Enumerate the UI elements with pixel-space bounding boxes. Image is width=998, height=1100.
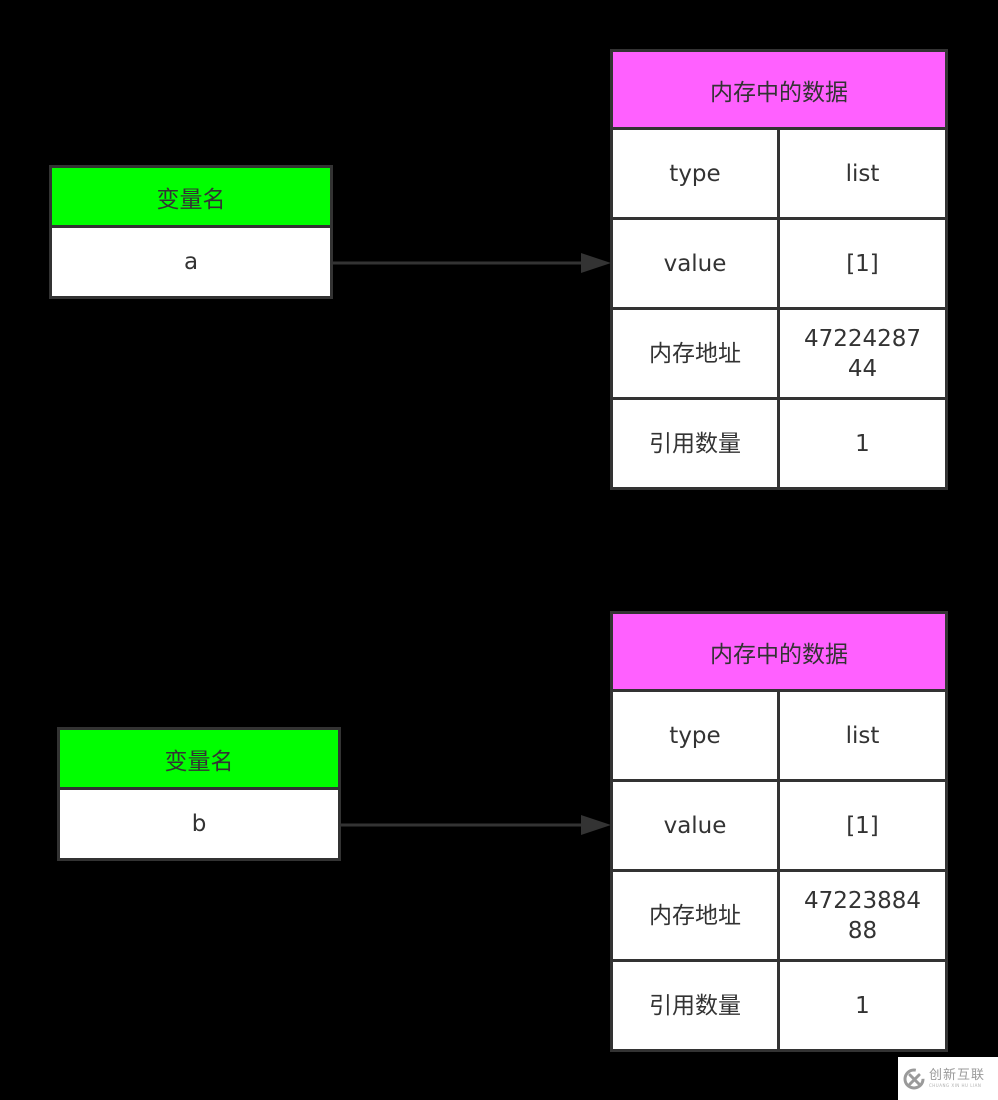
variable-box-b: 变量名 b (57, 727, 341, 861)
watermark-text: 创新互联 (929, 1068, 986, 1083)
memory-key: type (613, 692, 780, 779)
memory-header: 内存中的数据 (613, 52, 945, 130)
memory-value: 1 (780, 962, 945, 1049)
variable-name: b (60, 790, 338, 858)
variable-box-a: 变量名 a (49, 165, 333, 299)
memory-value: 47223884 88 (780, 872, 945, 959)
variable-header: 变量名 (52, 168, 330, 228)
memory-key: 内存地址 (613, 872, 780, 959)
memory-key: value (613, 782, 780, 869)
memory-row-type: type list (613, 692, 945, 782)
memory-key: 引用数量 (613, 400, 780, 487)
memory-key: type (613, 130, 780, 217)
memory-table-b: 内存中的数据 type list value [1] 内存地址 47223884… (610, 611, 948, 1052)
memory-row-type: type list (613, 130, 945, 220)
memory-row-refcount: 引用数量 1 (613, 962, 945, 1049)
memory-row-address: 内存地址 47224287 44 (613, 310, 945, 400)
arrow-head-icon (581, 815, 611, 835)
memory-key: 引用数量 (613, 962, 780, 1049)
memory-row-value: value [1] (613, 782, 945, 872)
memory-value: 47224287 44 (780, 310, 945, 397)
memory-table-a: 内存中的数据 type list value [1] 内存地址 47224287… (610, 49, 948, 490)
logo-icon (903, 1068, 925, 1089)
memory-value: [1] (780, 220, 945, 307)
reference-arrow-b (341, 815, 611, 835)
memory-value: 1 (780, 400, 945, 487)
arrow-head-icon (581, 253, 611, 273)
memory-row-refcount: 引用数量 1 (613, 400, 945, 487)
variable-name: a (52, 228, 330, 296)
memory-key: value (613, 220, 780, 307)
memory-key: 内存地址 (613, 310, 780, 397)
memory-value: list (780, 130, 945, 217)
memory-header: 内存中的数据 (613, 614, 945, 692)
variable-header: 变量名 (60, 730, 338, 790)
memory-row-address: 内存地址 47223884 88 (613, 872, 945, 962)
memory-row-value: value [1] (613, 220, 945, 310)
memory-value: list (780, 692, 945, 779)
reference-arrow-a (333, 253, 611, 273)
watermark-subtext: CHUANG XIN HU LIAN (929, 1083, 982, 1088)
memory-value: [1] (780, 782, 945, 869)
watermark: 创新互联 CHUANG XIN HU LIAN (898, 1057, 998, 1100)
